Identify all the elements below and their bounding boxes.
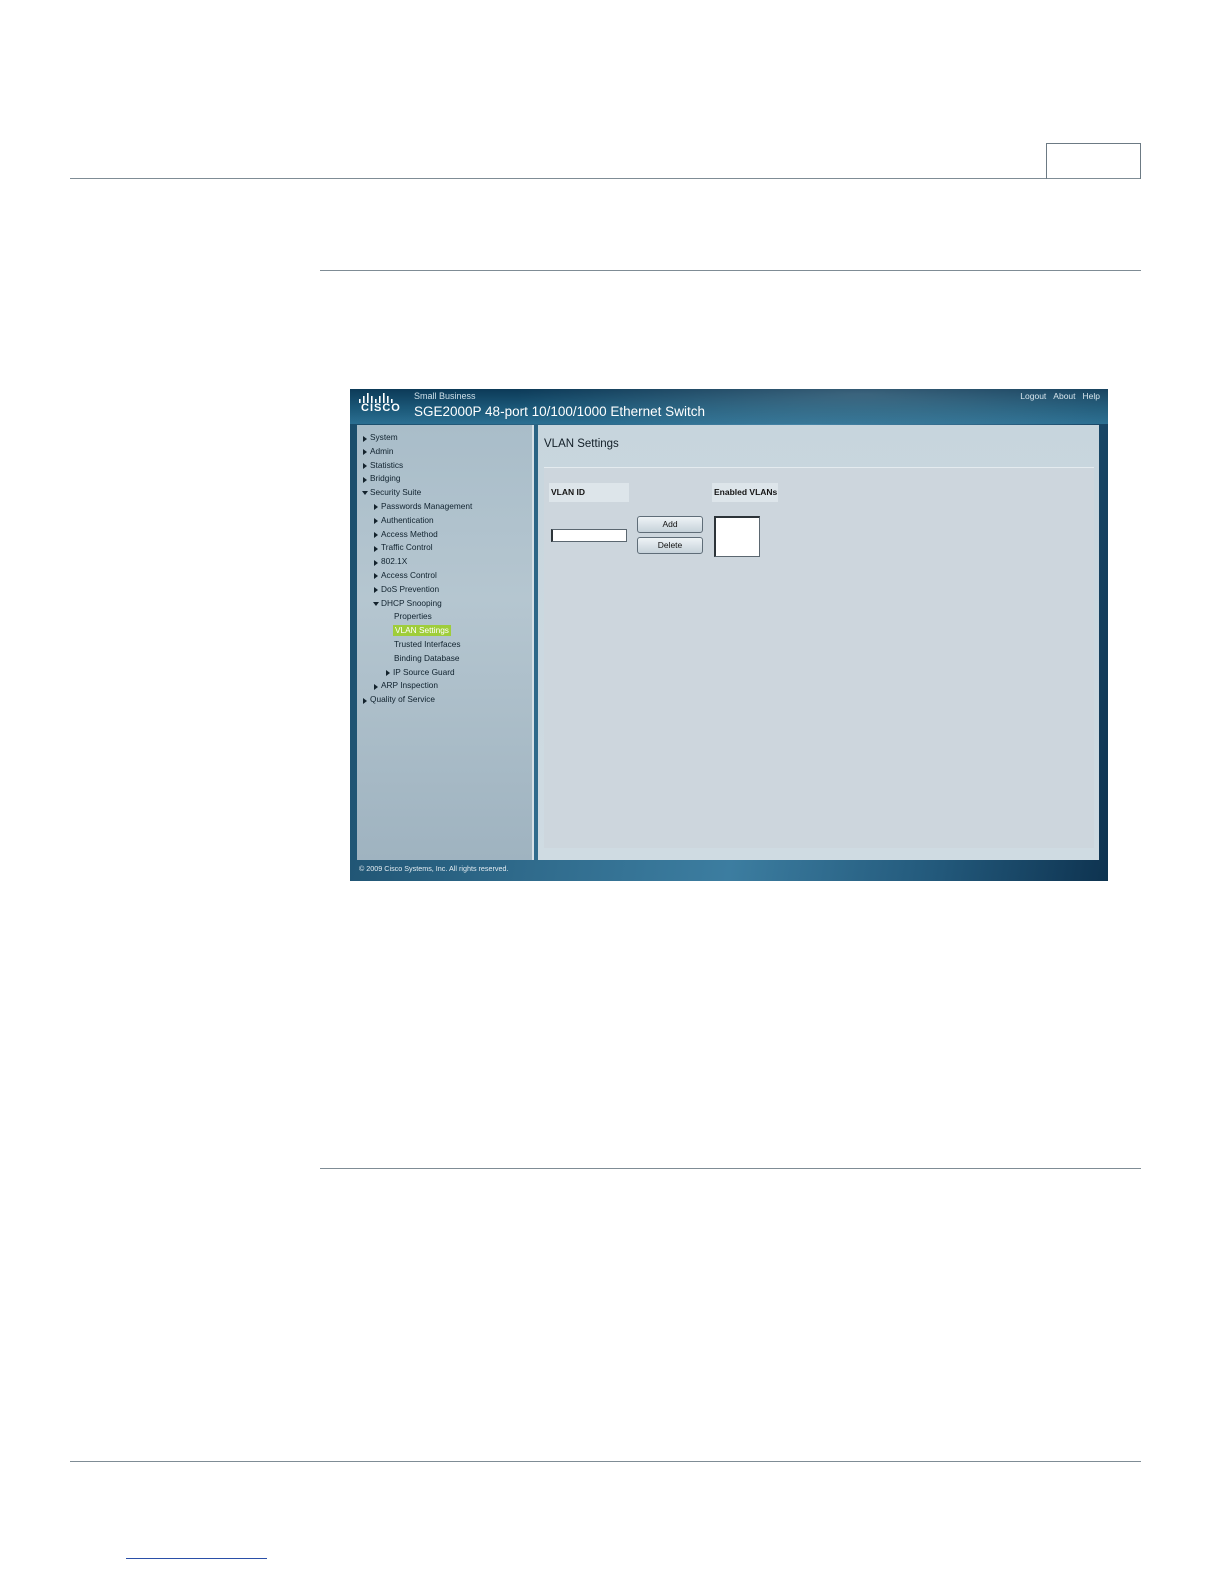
sidebar-item-statistics[interactable]: Statistics [357, 459, 532, 473]
sidebar-item-access-method[interactable]: Access Method [357, 528, 532, 542]
main-content: VLAN Settings VLAN ID Enabled VLANs Add … [538, 425, 1099, 860]
help-link[interactable]: Help [1083, 391, 1100, 401]
footer-link-underline [126, 1558, 267, 1559]
sidebar-item-binding-database[interactable]: Binding Database [357, 652, 532, 666]
section-rule-bottom [320, 1168, 1141, 1169]
brand-line: Small Business [414, 391, 476, 401]
sidebar-item-trusted-interfaces[interactable]: Trusted Interfaces [357, 638, 532, 652]
vlan-id-input[interactable] [551, 529, 627, 542]
top-links: Logout About Help [1020, 391, 1100, 401]
expand-arrow-icon [363, 463, 367, 470]
section-rule-top [320, 270, 1141, 271]
header-rule [70, 178, 1141, 179]
logout-link[interactable]: Logout [1020, 391, 1046, 401]
footer-rule [70, 1461, 1141, 1462]
app-header: CISCO Small Business SGE2000P 48-port 10… [350, 389, 1108, 439]
sidebar-item-passwords-management[interactable]: Passwords Management [357, 500, 532, 514]
delete-button[interactable]: Delete [637, 537, 703, 554]
vlan-settings-panel: VLAN ID Enabled VLANs Add Delete [544, 467, 1094, 848]
sidebar-item-arp-inspection[interactable]: ARP Inspection [357, 679, 532, 693]
enabled-vlans-header: Enabled VLANs [712, 483, 778, 502]
expand-arrow-icon [374, 545, 378, 552]
sidebar-item-authentication[interactable]: Authentication [357, 514, 532, 528]
expand-arrow-icon [386, 670, 390, 677]
sidebar-item-bridging[interactable]: Bridging [357, 472, 532, 486]
sidebar-item-admin[interactable]: Admin [357, 445, 532, 459]
sidebar-item-ip-source-guard[interactable]: IP Source Guard [357, 666, 532, 680]
collapse-arrow-icon [362, 491, 368, 496]
expand-arrow-icon [374, 504, 378, 511]
sidebar-item-access-control[interactable]: Access Control [357, 569, 532, 583]
sidebar-item-dhcp-snooping[interactable]: DHCP Snooping [357, 597, 532, 611]
sidebar-item-802-1x[interactable]: 802.1X [357, 555, 532, 569]
expand-arrow-icon [374, 587, 378, 594]
copyright-footer: © 2009 Cisco Systems, Inc. All rights re… [359, 864, 509, 873]
sidebar-item-traffic-control[interactable]: Traffic Control [357, 541, 532, 555]
add-button[interactable]: Add [637, 516, 703, 533]
expand-arrow-icon [363, 449, 367, 456]
enabled-vlans-list[interactable] [714, 516, 760, 557]
vlan-id-header: VLAN ID [549, 483, 629, 502]
about-link[interactable]: About [1053, 391, 1075, 401]
nav-tree: System Admin Statistics Bridging Securit… [357, 431, 532, 707]
cisco-logo-text: CISCO [361, 402, 401, 414]
switch-web-ui: CISCO Small Business SGE2000P 48-port 10… [350, 389, 1108, 881]
sidebar-item-vlan-settings[interactable]: VLAN Settings [357, 624, 532, 638]
sidebar-item-properties[interactable]: Properties [357, 610, 532, 624]
expand-arrow-icon [374, 683, 378, 690]
expand-arrow-icon [374, 532, 378, 539]
expand-arrow-icon [374, 573, 378, 580]
expand-arrow-icon [374, 559, 378, 566]
sidebar-item-system[interactable]: System [357, 431, 532, 445]
expand-arrow-icon [363, 697, 367, 704]
expand-arrow-icon [374, 518, 378, 525]
product-title: SGE2000P 48-port 10/100/1000 Ethernet Sw… [414, 404, 705, 419]
sidebar-item-security-suite[interactable]: Security Suite [357, 486, 532, 500]
expand-arrow-icon [363, 435, 367, 442]
sidebar-item-quality-of-service[interactable]: Quality of Service [357, 693, 532, 707]
collapse-arrow-icon [373, 601, 379, 606]
sidebar-item-dos-prevention[interactable]: DoS Prevention [357, 583, 532, 597]
expand-arrow-icon [363, 476, 367, 483]
sidebar-nav: System Admin Statistics Bridging Securit… [357, 425, 534, 860]
page-title: VLAN Settings [544, 438, 619, 450]
chapter-tab-box [1046, 143, 1141, 179]
